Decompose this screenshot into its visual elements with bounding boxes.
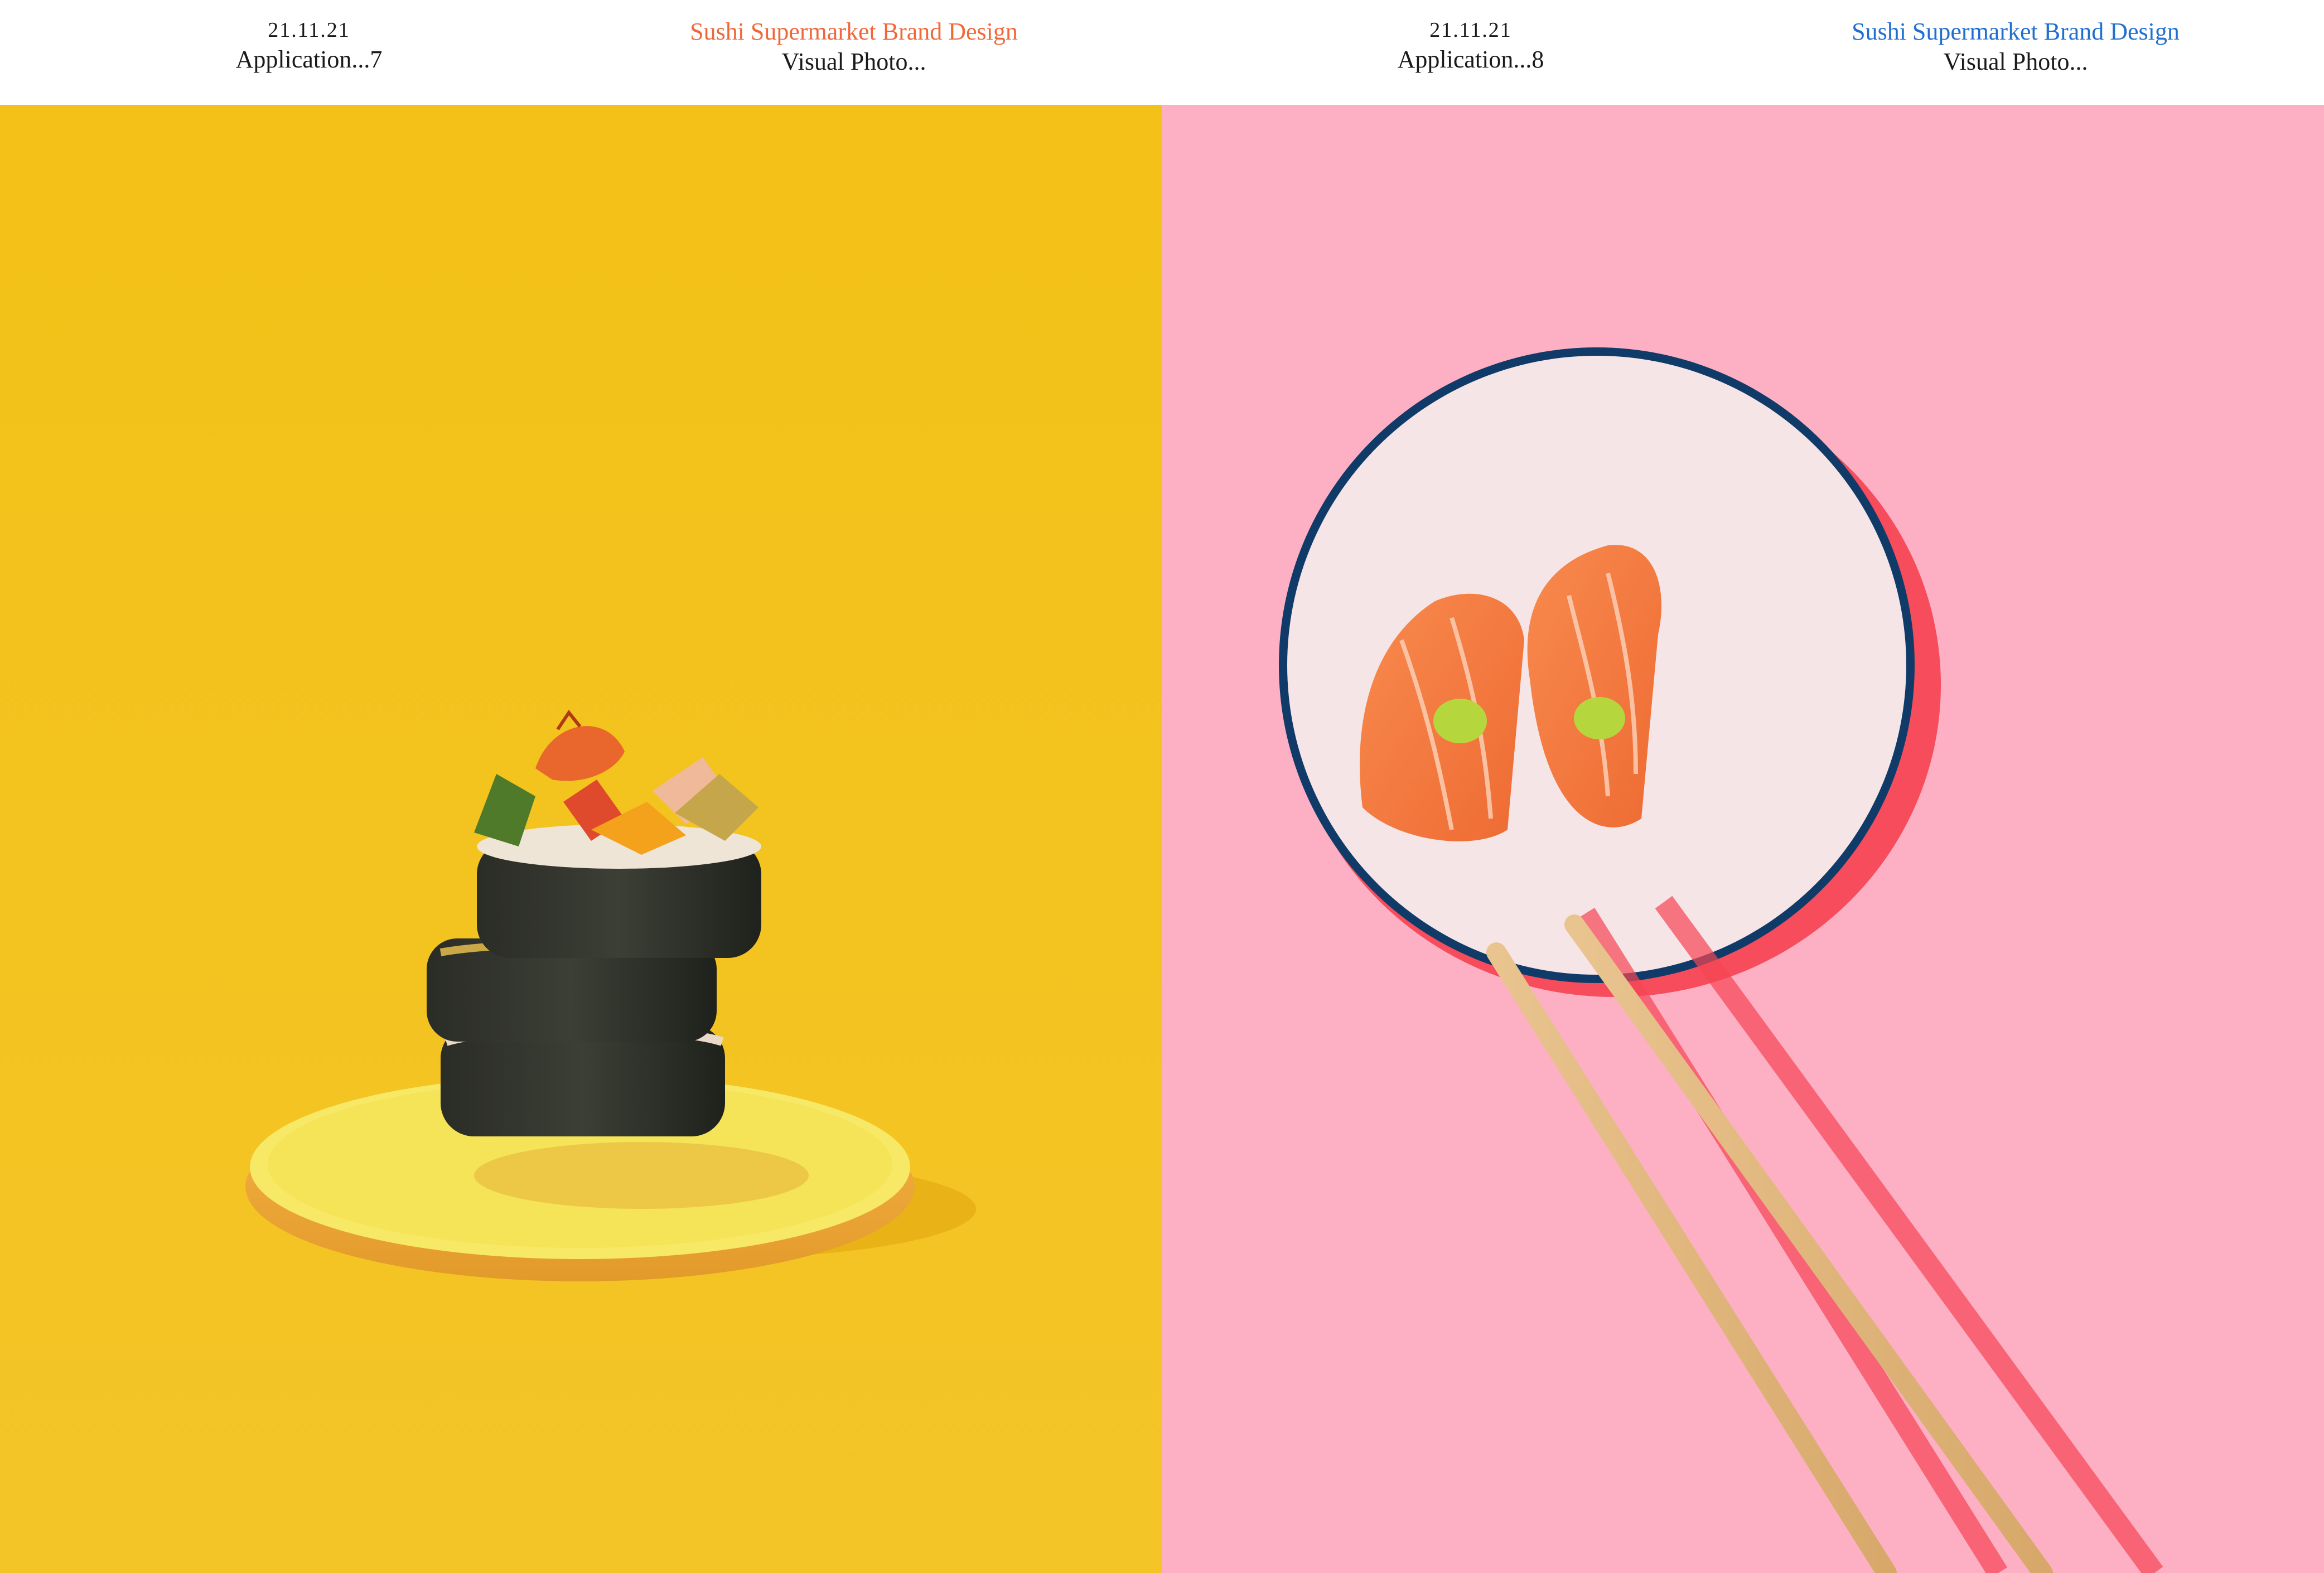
- panel-header: 21.11.21 Application...8 Sushi Supermark…: [1162, 0, 2324, 105]
- photo-subtitle: Visual Photo...: [781, 48, 926, 76]
- date-block: 21.11.21 Application...7: [236, 16, 383, 75]
- project-title: Sushi Supermarket Brand Design: [1852, 18, 2180, 45]
- wasabi-left: [1433, 699, 1487, 743]
- sushi-roll-stack-photo: [0, 105, 1162, 1573]
- sushi-roll-stack-illustration: [0, 105, 1162, 1573]
- wasabi-right: [1574, 697, 1625, 739]
- title-block: Sushi Supermarket Brand Design Visual Ph…: [1852, 16, 2180, 77]
- date-block: 21.11.21 Application...8: [1398, 16, 1544, 75]
- application-label: Application...7: [235, 46, 383, 74]
- photo-subtitle: Visual Photo...: [1943, 48, 2088, 76]
- project-title: Sushi Supermarket Brand Design: [690, 18, 1018, 45]
- date-label: 21.11.21: [268, 18, 350, 42]
- salmon-nigiri-photo: [1162, 105, 2324, 1573]
- panel-application-8: 21.11.21 Application...8 Sushi Supermark…: [1162, 0, 2324, 1573]
- application-label: Application...8: [1397, 46, 1544, 74]
- panel-header: 21.11.21 Application...7 Sushi Supermark…: [0, 0, 1162, 105]
- salmon-nigiri-illustration: [1162, 105, 2324, 1573]
- title-block: Sushi Supermarket Brand Design Visual Ph…: [690, 16, 1018, 77]
- date-label: 21.11.21: [1429, 18, 1512, 42]
- panel-application-7: 21.11.21 Application...7 Sushi Supermark…: [0, 0, 1162, 1573]
